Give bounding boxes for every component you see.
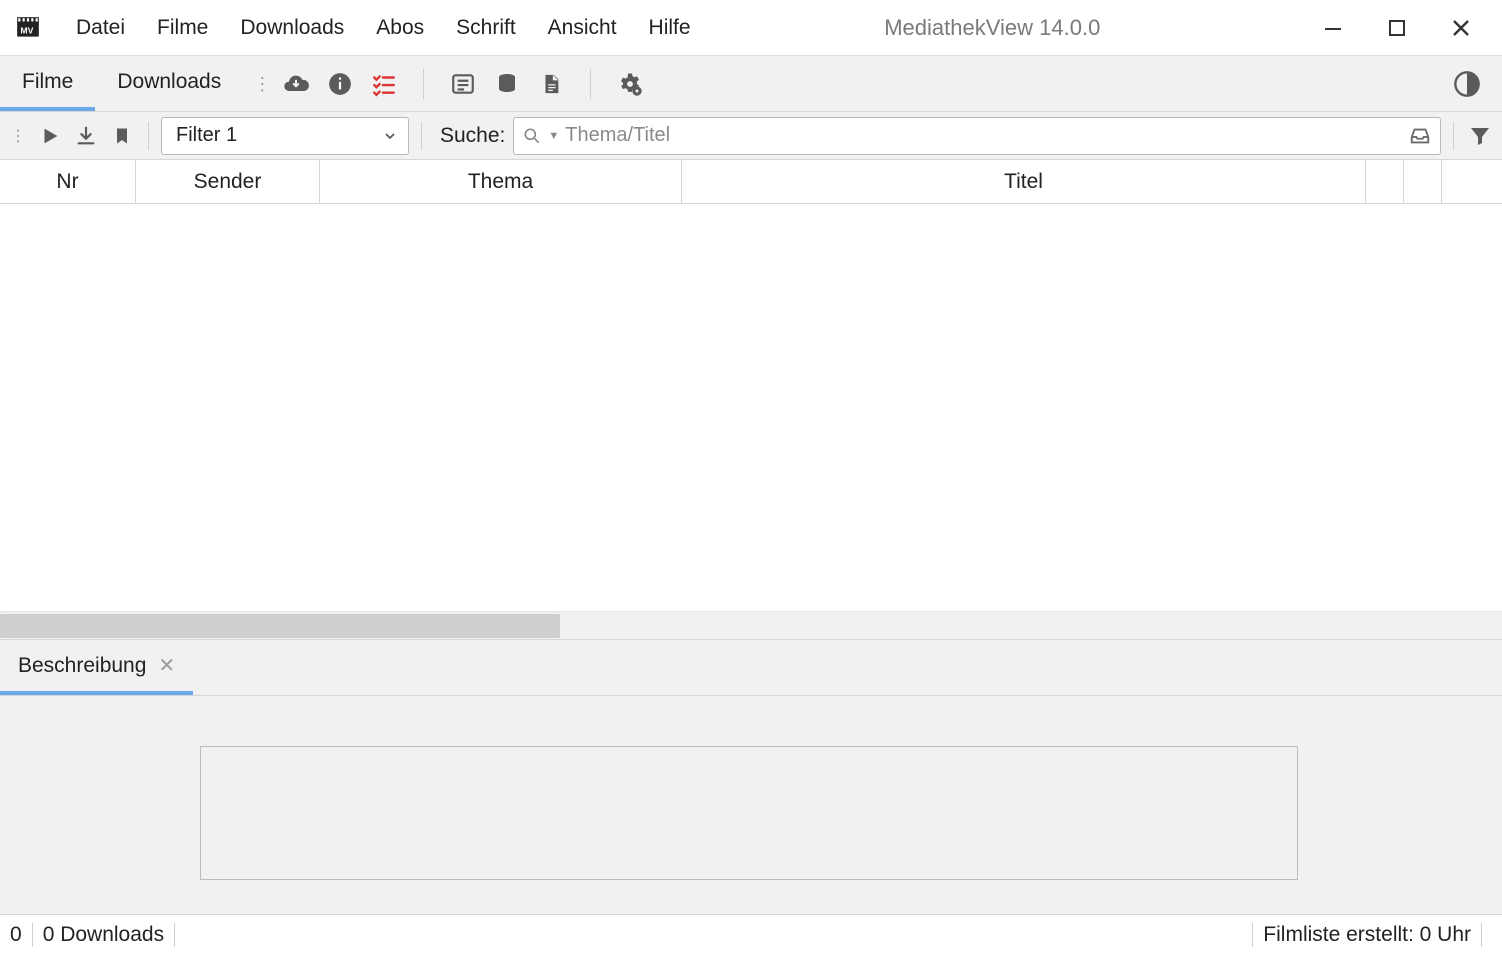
toolbar-icons	[275, 69, 645, 99]
column-extra-2[interactable]	[1404, 160, 1442, 203]
table-header: Nr Sender Thema Titel	[0, 160, 1502, 204]
search-icon	[522, 126, 542, 146]
menu-downloads[interactable]: Downloads	[224, 10, 360, 46]
statusbar: 0 0 Downloads Filmliste erstellt: 0 Uhr	[0, 914, 1502, 954]
contrast-icon[interactable]	[1452, 69, 1482, 99]
menu-abos[interactable]: Abos	[360, 10, 440, 46]
column-nr[interactable]: Nr	[0, 160, 136, 203]
database-icon[interactable]	[492, 69, 522, 99]
filter-select[interactable]: Filter 1	[161, 117, 409, 155]
status-downloads: 0 Downloads	[43, 923, 164, 947]
statusbar-separator	[174, 923, 175, 947]
menu-schrift[interactable]: Schrift	[440, 10, 532, 46]
minimize-button[interactable]	[1318, 13, 1348, 43]
statusbar-separator	[32, 923, 33, 947]
menu-items: Datei Filme Downloads Abos Schrift Ansic…	[60, 10, 707, 46]
settings-icon[interactable]	[615, 69, 645, 99]
menu-datei[interactable]: Datei	[60, 10, 141, 46]
bookmark-icon[interactable]	[108, 122, 136, 150]
description-panel: Beschreibung ✕	[0, 639, 1502, 914]
close-button[interactable]	[1446, 13, 1476, 43]
window-title: MediathekView 14.0.0	[707, 15, 1318, 41]
filter-select-value: Filter 1	[176, 124, 237, 147]
search-input[interactable]	[565, 124, 1402, 147]
list-icon[interactable]	[448, 69, 478, 99]
statusbar-separator	[1252, 923, 1253, 947]
column-titel[interactable]: Titel	[682, 160, 1366, 203]
maximize-button[interactable]	[1382, 13, 1412, 43]
window-controls	[1318, 13, 1494, 43]
menu-ansicht[interactable]: Ansicht	[532, 10, 633, 46]
status-count: 0	[10, 923, 22, 947]
svg-text:MV: MV	[20, 25, 33, 35]
filterbar-separator	[148, 122, 149, 150]
info-icon[interactable]	[325, 69, 355, 99]
filterbar-separator	[421, 122, 422, 150]
horizontal-scrollbar-thumb[interactable]	[0, 614, 560, 638]
download-icon[interactable]	[72, 122, 100, 150]
toolbar-separator	[423, 69, 424, 99]
description-tab-label: Beschreibung	[18, 654, 146, 678]
description-body	[0, 696, 1502, 914]
tab-filme[interactable]: Filme	[0, 56, 95, 111]
main-tabs: Filme Downloads	[0, 56, 243, 111]
statusbar-separator	[1481, 923, 1482, 947]
tab-downloads[interactable]: Downloads	[95, 56, 243, 111]
description-textarea[interactable]	[200, 746, 1298, 880]
menu-filme[interactable]: Filme	[141, 10, 224, 46]
search-box[interactable]: ▼	[513, 117, 1441, 155]
document-icon[interactable]	[536, 69, 566, 99]
menubar: MV Datei Filme Downloads Abos Schrift An…	[0, 0, 1502, 56]
toolbar-grip-icon: ⋮	[243, 80, 275, 88]
menu-hilfe[interactable]: Hilfe	[633, 10, 707, 46]
search-label: Suche:	[434, 124, 505, 148]
toolbar: Filme Downloads ⋮	[0, 56, 1502, 112]
filter-funnel-icon[interactable]	[1466, 122, 1494, 150]
filterbar-separator	[1453, 122, 1454, 150]
play-icon[interactable]	[36, 122, 64, 150]
status-filmlist: Filmliste erstellt: 0 Uhr	[1263, 923, 1471, 947]
description-tabs: Beschreibung ✕	[0, 640, 1502, 696]
chevron-down-icon	[382, 128, 398, 144]
column-extra-3[interactable]	[1442, 160, 1502, 203]
cloud-download-icon[interactable]	[281, 69, 311, 99]
checklist-icon[interactable]	[369, 69, 399, 99]
close-icon[interactable]: ✕	[158, 653, 175, 678]
filterbar-grip-icon: ⋮	[8, 126, 28, 146]
description-tab[interactable]: Beschreibung ✕	[0, 640, 193, 695]
search-dropdown-icon[interactable]: ▼	[548, 130, 559, 142]
horizontal-scrollbar[interactable]	[0, 611, 1502, 639]
filterbar: ⋮ Filter 1 Suche: ▼	[0, 112, 1502, 160]
column-extra-1[interactable]	[1366, 160, 1404, 203]
table-body	[0, 204, 1502, 639]
inbox-icon[interactable]	[1408, 125, 1432, 147]
app-icon: MV	[14, 14, 42, 42]
column-sender[interactable]: Sender	[136, 160, 320, 203]
column-thema[interactable]: Thema	[320, 160, 682, 203]
toolbar-separator	[590, 69, 591, 99]
